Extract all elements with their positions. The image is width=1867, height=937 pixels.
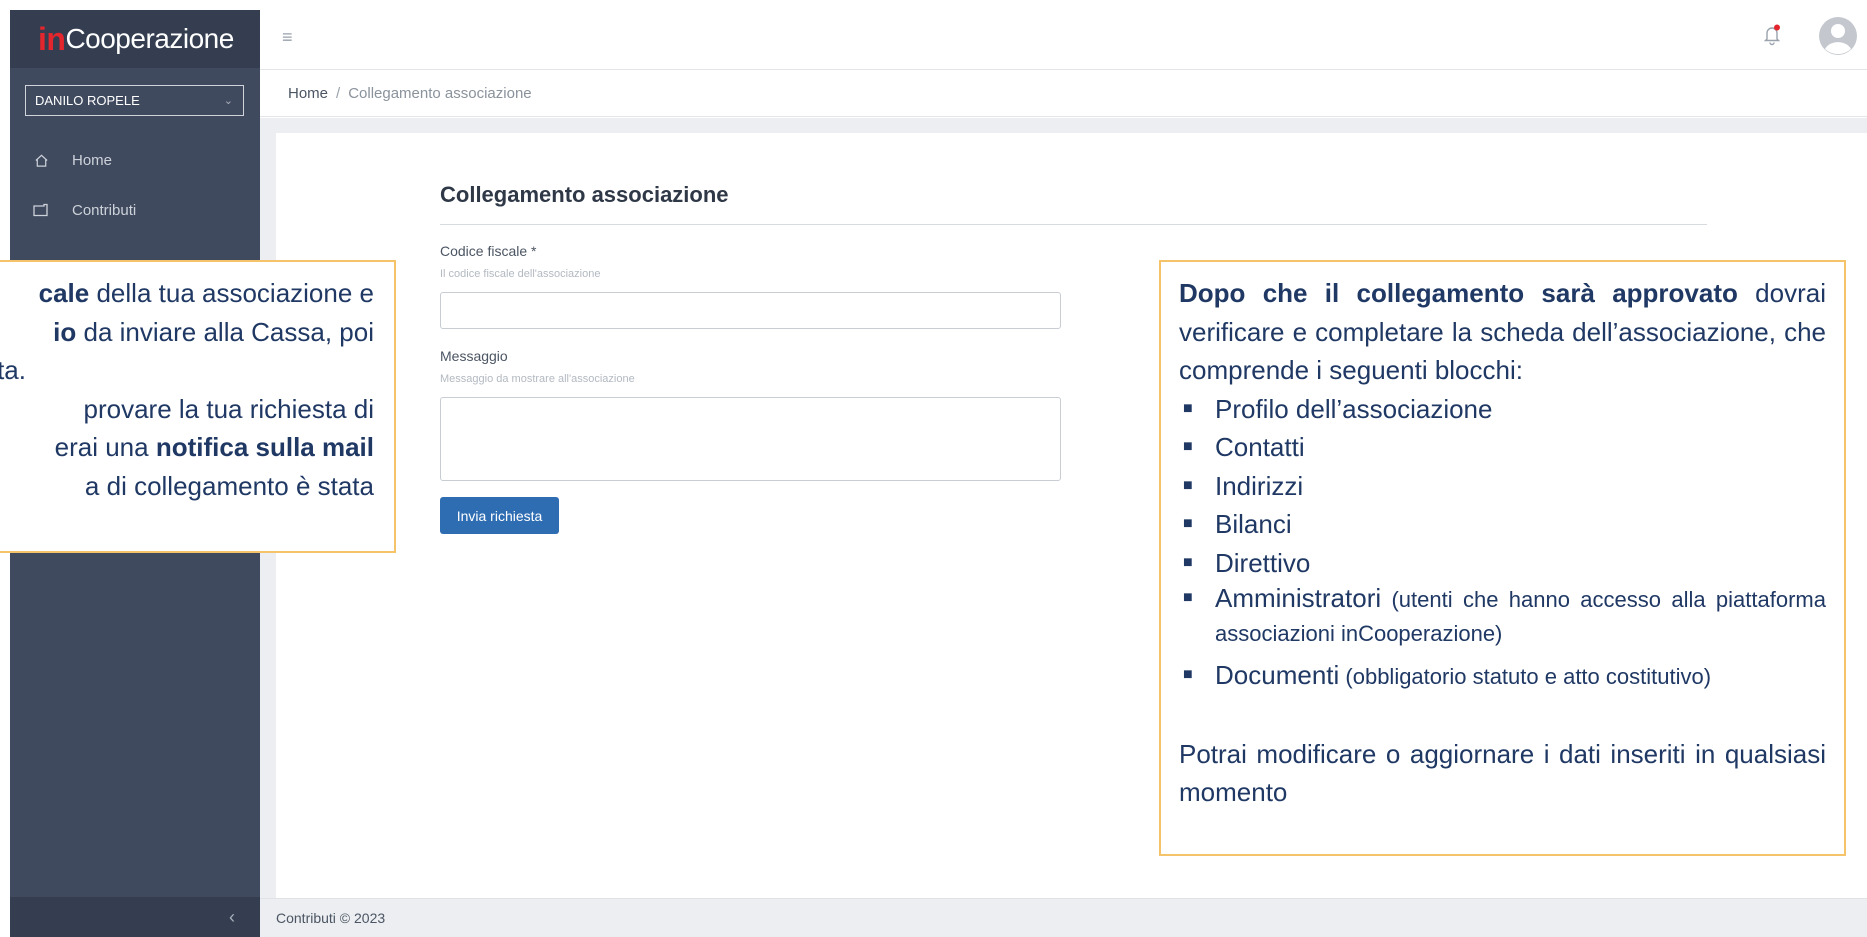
list-item-note: (obbligatorio statuto e atto costitutivo… (1339, 664, 1712, 689)
list-item: Profilo dell’associazione (1179, 390, 1826, 429)
folder-icon (32, 203, 50, 217)
notification-bell-icon[interactable] (1762, 24, 1782, 51)
home-icon (32, 153, 50, 168)
chevron-down-icon: ⌄ (223, 95, 233, 107)
callout-left-line: provare la tua richiesta di (83, 393, 374, 424)
footer-text: Contributi © 2023 (276, 910, 386, 926)
sidebar-item-label: Home (72, 151, 113, 169)
list-item-text: Contatti (1215, 432, 1305, 462)
sidebar-collapse-button[interactable]: ‹ (10, 897, 260, 937)
user-avatar-icon[interactable] (1818, 16, 1858, 56)
list-item-text: Amministratori (1215, 583, 1382, 613)
codice-fiscale-label: Codice fiscale * (440, 243, 537, 259)
breadcrumb-home-link[interactable]: Home (288, 85, 328, 102)
messaggio-hint: Messaggio da mostrare all'associazione (440, 373, 635, 385)
callout-left-line: ta. (0, 355, 26, 385)
user-select[interactable]: DANILO ROPELE ⌄ (25, 85, 244, 116)
codice-fiscale-hint: Il codice fiscale dell'associazione (440, 268, 601, 280)
list-item: Contatti (1179, 428, 1826, 467)
callout-left-line: a di collegamento è stata (84, 470, 374, 501)
sidebar-item-label: Contributi (72, 201, 137, 219)
invia-richiesta-button[interactable]: Invia richiesta (440, 497, 559, 534)
brand-name: Cooperazione (65, 23, 234, 54)
page-title: Collegamento associazione (440, 182, 729, 207)
callout-right-intro: Dopo che il collegamento sarà approvato … (1179, 274, 1826, 390)
callout-right-outro: Potrai modificare o aggiornare i dati in… (1179, 738, 1826, 808)
callout-left-bold: notifica sulla mail (155, 432, 374, 462)
list-item-text: Indirizzi (1215, 470, 1304, 501)
top-bar: ≡ (260, 0, 1867, 70)
list-item-text: Documenti (1215, 660, 1340, 690)
user-select-value: DANILO ROPELE (35, 93, 140, 108)
list-item: Amministratori (utenti che hanno accesso… (1179, 582, 1826, 650)
callout-left-line: da inviare alla Cassa, poi (76, 316, 375, 347)
callout-right: Dopo che il collegamento sarà approvato … (1159, 260, 1846, 856)
messaggio-textarea[interactable] (440, 397, 1061, 481)
callout-spacer (1179, 697, 1826, 735)
list-item-text: Bilanci (1215, 509, 1292, 539)
callout-left-line: erai una (54, 432, 156, 462)
title-divider (440, 224, 1707, 225)
list-item: Direttivo (1179, 544, 1826, 583)
chevron-left-icon: ‹ (229, 906, 235, 927)
callout-left: cale della tua associazione e io da invi… (0, 260, 396, 553)
brand-prefix: in (38, 20, 66, 57)
callout-left-bold: io (53, 316, 77, 347)
callout-left-line: della tua associazione e (89, 278, 374, 308)
callout-left-text: cale della tua associazione e io da invi… (0, 274, 374, 505)
menu-toggle-icon[interactable]: ≡ (282, 27, 293, 48)
callout-left-bold: cale (38, 278, 90, 308)
list-item-text: Direttivo (1215, 547, 1311, 578)
callout-right-intro-bold: Dopo che il collegamento sarà approvato (1179, 278, 1738, 308)
list-item-text: Profilo dell’associazione (1215, 393, 1493, 424)
list-item: Documenti (obbligatorio statuto e atto c… (1179, 656, 1826, 697)
list-item: Bilanci (1179, 505, 1826, 544)
breadcrumb-current: Collegamento associazione (348, 84, 532, 102)
brand-logo[interactable]: in Cooperazione (10, 10, 260, 68)
breadcrumb-separator: / (336, 84, 341, 102)
sidebar-item-contributi[interactable]: Contributi (10, 185, 260, 235)
breadcrumb: Home / Collegamento associazione (260, 70, 1867, 117)
page-footer: Contributi © 2023 (260, 898, 1867, 937)
sidebar-item-home[interactable]: Home (10, 135, 260, 185)
messaggio-label: Messaggio (440, 348, 508, 364)
codice-fiscale-input[interactable] (440, 292, 1061, 329)
sidebar-nav: Home Contributi (10, 135, 260, 235)
list-item: Indirizzi (1179, 467, 1826, 506)
callout-right-list: Profilo dell’associazione Contatti Indir… (1179, 390, 1826, 697)
